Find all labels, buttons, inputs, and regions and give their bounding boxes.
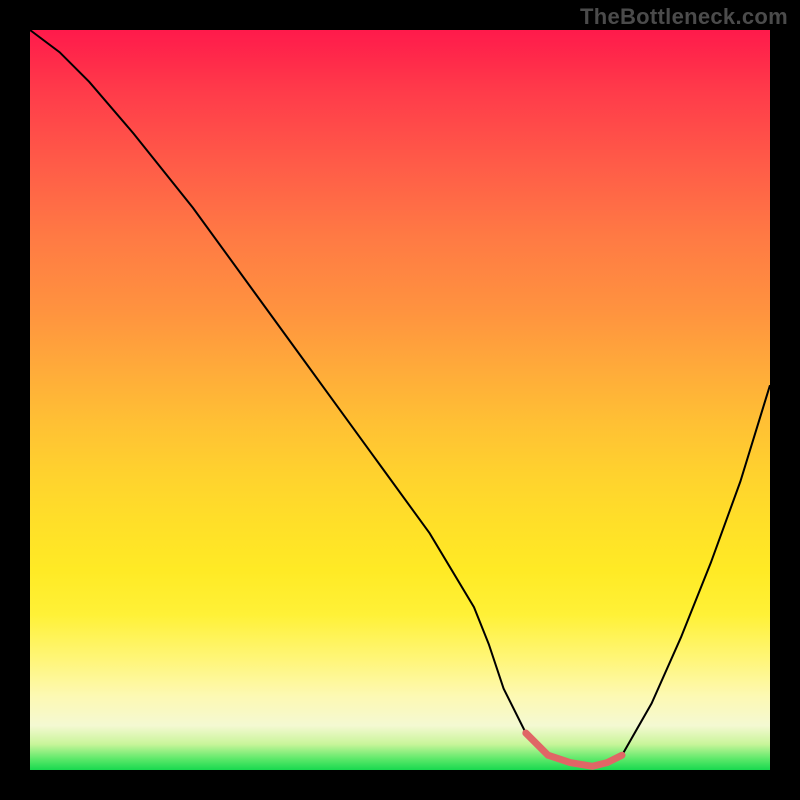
chart-frame: TheBottleneck.com (0, 0, 800, 800)
watermark-text: TheBottleneck.com (580, 4, 788, 30)
chart-svg (30, 30, 770, 770)
plot-area (30, 30, 770, 770)
highlight-segment (526, 733, 622, 766)
curve-line (30, 30, 770, 766)
